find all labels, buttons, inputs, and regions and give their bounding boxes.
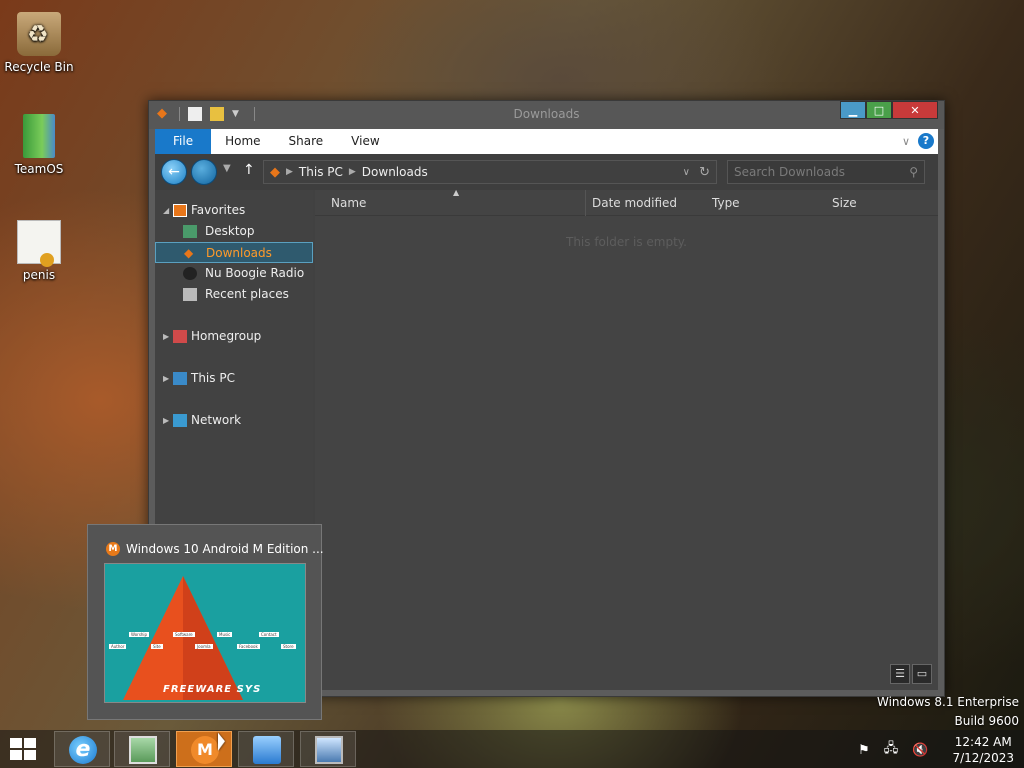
breadcrumb-separator-icon[interactable]: ▶: [349, 167, 356, 177]
certificate-icon: [17, 220, 61, 267]
nav-item-network[interactable]: ▶ Network: [155, 410, 313, 431]
breadcrumb-downloads[interactable]: Downloads: [362, 165, 428, 179]
tab-view[interactable]: View: [337, 129, 393, 154]
column-header-date-modified[interactable]: Date modified: [592, 196, 677, 210]
desktop-icon-label: TeamOS: [14, 162, 64, 176]
volume-muted-icon[interactable]: 🔇: [912, 743, 928, 758]
view-switcher: ☰ ▭: [890, 664, 932, 684]
m-app-icon: M: [191, 736, 219, 764]
tab-file[interactable]: File: [155, 129, 212, 154]
collapse-arrow-icon[interactable]: ◢: [163, 200, 169, 221]
desktop-icon-teamos[interactable]: TeamOS: [1, 114, 77, 176]
system-tray: ⚑ 🖧 🔇 12:42 AM 7/12/2023: [858, 734, 1014, 766]
column-header-type[interactable]: Type: [712, 196, 740, 210]
nav-item-downloads[interactable]: ◆ Downloads: [155, 242, 313, 263]
nav-item-homegroup[interactable]: ▶ Homegroup: [155, 326, 313, 347]
radio-app-icon: [183, 267, 197, 280]
large-icons-view-icon[interactable]: ▭: [912, 664, 932, 684]
homegroup-icon: [173, 330, 187, 343]
desktop-icon-label: penis: [22, 268, 56, 282]
m-app-icon: M: [106, 542, 120, 556]
file-list-pane[interactable]: ▲ Name Date modified Type Size This fold…: [315, 188, 938, 690]
internet-explorer-icon: e: [69, 736, 97, 764]
taskbar: e M ⚑ 🖧 🔇 12:42 AM 7/12/2023: [0, 730, 1024, 768]
title-bar[interactable]: ◆ ▼ Downloads ▁ □ ✕: [149, 101, 944, 129]
search-box[interactable]: ⚲: [727, 160, 925, 184]
close-button[interactable]: ✕: [892, 101, 938, 119]
network-icon: [173, 414, 187, 427]
column-header-size[interactable]: Size: [832, 196, 857, 210]
nav-item-recent-places[interactable]: Recent places: [155, 284, 313, 305]
empty-folder-message: This folder is empty.: [566, 235, 687, 249]
mouse-cursor-icon: [218, 732, 225, 754]
recycle-bin-icon: [17, 12, 61, 56]
thumbnail-title: M Windows 10 Android M Edition ...: [106, 542, 324, 556]
navigation-bar: ← ▼ ↑ ◆ ▶ This PC ▶ Downloads ∨ ↻ ⚲: [155, 154, 938, 190]
nav-item-this-pc[interactable]: ▶ This PC: [155, 368, 313, 389]
back-button[interactable]: ←: [161, 159, 187, 185]
details-view-icon[interactable]: ☰: [890, 664, 910, 684]
expand-arrow-icon[interactable]: ▶: [163, 326, 169, 347]
minimize-button[interactable]: ▁: [840, 101, 866, 119]
column-headers: ▲ Name Date modified Type Size: [315, 188, 938, 216]
os-watermark: Windows 8.1 Enterprise Build 9600: [876, 695, 1019, 728]
taskbar-thumbnail-preview[interactable]: M Windows 10 Android M Edition ... Worsh…: [87, 524, 324, 720]
file-explorer-icon: [129, 736, 157, 764]
window-title: Downloads: [513, 107, 580, 121]
expand-ribbon-icon[interactable]: ∨: [902, 135, 910, 148]
desktop-icon-certificate[interactable]: penis: [1, 220, 77, 282]
desktop-icon-recycle-bin[interactable]: Recycle Bin: [1, 12, 77, 74]
column-header-name[interactable]: Name: [331, 196, 366, 210]
sort-arrow-icon: ▲: [453, 188, 460, 197]
taskbar-control-panel[interactable]: [238, 731, 294, 767]
recent-places-icon: [183, 288, 197, 301]
desktop-icon: [183, 225, 197, 238]
search-input[interactable]: [728, 161, 924, 183]
ribbon-tabs: File Home Share View ∨ ?: [155, 129, 938, 154]
window-controls: ▁ □ ✕: [840, 101, 938, 119]
desktop-icon-label: Recycle Bin: [4, 60, 74, 74]
remote-desktop-icon: [315, 736, 343, 764]
taskbar-internet-explorer[interactable]: e: [54, 731, 110, 767]
thumbnail-image[interactable]: Worship Software Music Contact Author Si…: [104, 563, 306, 703]
freeware-sys-logo: FREEWARE SYS: [163, 684, 262, 695]
downloads-icon: ◆: [270, 164, 280, 180]
tab-home[interactable]: Home: [211, 129, 274, 154]
taskbar-file-explorer[interactable]: [114, 731, 170, 767]
network-status-icon[interactable]: 🖧: [884, 739, 899, 761]
tab-share[interactable]: Share: [275, 129, 338, 154]
recent-locations-dropdown-icon[interactable]: ▼: [223, 163, 231, 174]
up-button[interactable]: ↑: [243, 162, 255, 178]
start-button[interactable]: [10, 738, 38, 762]
search-icon[interactable]: ⚲: [909, 165, 918, 179]
maximize-button[interactable]: □: [866, 101, 892, 119]
address-bar[interactable]: ◆ ▶ This PC ▶ Downloads ∨ ↻: [263, 160, 717, 184]
clock[interactable]: 12:42 AM 7/12/2023: [952, 734, 1014, 766]
teamos-icon: [23, 114, 55, 158]
breadcrumb-this-pc[interactable]: This PC: [299, 165, 343, 179]
nav-item-nu-boogie-radio[interactable]: Nu Boogie Radio: [155, 263, 313, 284]
nav-item-favorites[interactable]: ◢ Favorites: [155, 200, 313, 221]
expand-arrow-icon[interactable]: ▶: [163, 368, 169, 389]
help-icon[interactable]: ?: [918, 133, 934, 149]
control-panel-icon: [253, 736, 281, 764]
breadcrumb-separator-icon[interactable]: ▶: [286, 167, 293, 177]
expand-arrow-icon[interactable]: ▶: [163, 410, 169, 431]
refresh-icon[interactable]: ↻: [699, 165, 710, 180]
taskbar-remote-desktop[interactable]: [300, 731, 356, 767]
nav-item-desktop[interactable]: Desktop: [155, 221, 313, 242]
star-icon: [173, 204, 187, 217]
address-dropdown-icon[interactable]: ∨: [683, 167, 690, 178]
downloads-arrow-icon: ◆: [184, 246, 194, 260]
forward-button[interactable]: [191, 159, 217, 185]
action-center-flag-icon[interactable]: ⚑: [858, 743, 870, 758]
computer-icon: [173, 372, 187, 385]
